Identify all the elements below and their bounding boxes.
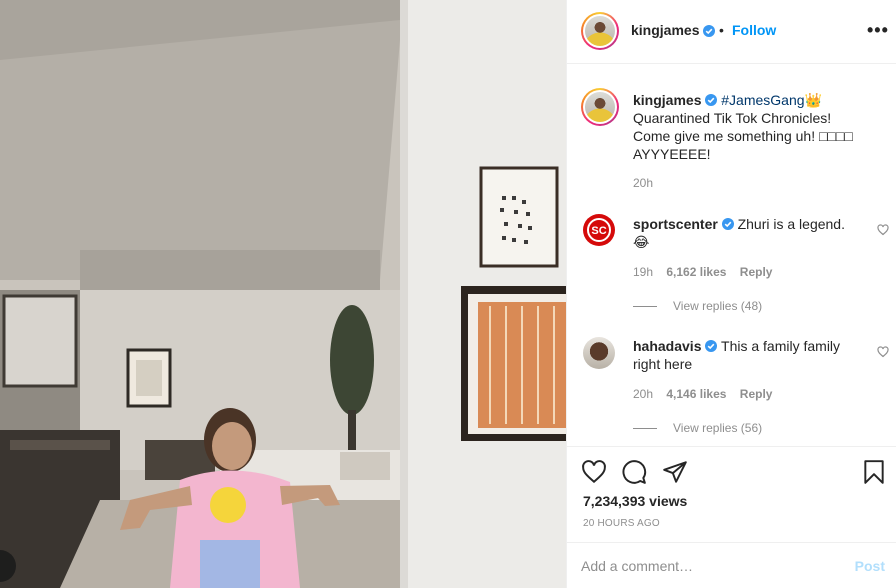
comment-1-reply-button[interactable]: Reply [740, 265, 773, 279]
comment-1-emoji: 😂 [633, 234, 650, 250]
avatar [585, 92, 615, 122]
post-actions: 7,234,393 views 20 HOURS AGO [567, 446, 896, 542]
svg-text:SC: SC [591, 225, 606, 237]
sportscenter-logo-icon: SC [587, 218, 611, 242]
view-replies-label[interactable]: View replies (48) [673, 299, 762, 313]
hashtag-link[interactable]: #JamesGang [721, 92, 804, 108]
verified-badge-icon [721, 218, 734, 230]
verified-badge-icon [705, 94, 718, 106]
comment-2-meta: 20h 4,146 likes Reply [633, 387, 772, 401]
comment-2-username[interactable]: hahadavis [633, 338, 701, 354]
comment-2-likes[interactable]: 4,146 likes [666, 387, 726, 401]
post-time-ago: 20 HOURS AGO [583, 518, 660, 529]
divider [633, 306, 657, 308]
comment-1-likes[interactable]: 6,162 likes [666, 265, 726, 279]
comment-2-text: This a family family [721, 338, 841, 354]
header-separator: • [719, 22, 724, 38]
like-heart-icon[interactable] [581, 459, 607, 485]
comment-1-meta: 19h 6,162 likes Reply [633, 265, 772, 279]
comment-2-reply-button[interactable]: Reply [740, 387, 773, 401]
verified-badge-icon [703, 25, 715, 37]
crown-emoji: 👑 [804, 92, 822, 108]
author-username[interactable]: kingjames [631, 22, 699, 38]
like-comment-heart-icon[interactable] [877, 346, 889, 358]
post-comment-button[interactable]: Post [855, 558, 885, 574]
comment-bubble-icon[interactable] [621, 459, 647, 485]
comment-1-time[interactable]: 19h [633, 265, 653, 279]
avatar [585, 16, 615, 46]
comment-1-view-replies[interactable]: View replies (48) [633, 299, 762, 313]
comment-2-body: hahadavis This a family family right her… [633, 337, 873, 373]
post-details-panel: kingjames • Follow ••• kingjames #JamesG… [566, 0, 896, 588]
comment-1-body: sportscenter Zhuri is a legend. 😂 [633, 215, 873, 251]
caption-line-1: Quarantined Tik Tok Chronicles! [633, 110, 832, 126]
view-count[interactable]: 7,234,393 views [583, 493, 687, 509]
follow-button[interactable]: Follow [732, 22, 776, 38]
author-avatar-ring[interactable] [581, 12, 619, 50]
comment-2-view-replies[interactable]: View replies (56) [633, 421, 762, 435]
comment-2-time[interactable]: 20h [633, 387, 653, 401]
caption-avatar-ring[interactable] [581, 88, 619, 126]
comment-1-text: Zhuri is a legend. [737, 216, 845, 232]
add-comment-input[interactable] [581, 555, 841, 577]
comment-1-username[interactable]: sportscenter [633, 216, 718, 232]
caption-line-3: AYYYEEEE! [633, 146, 711, 162]
post-video[interactable] [0, 0, 566, 588]
caption-line-2: Come give me something uh! □□□□ [633, 128, 853, 144]
caption-timestamp[interactable]: 20h [633, 176, 653, 190]
sportscenter-avatar[interactable]: SC [583, 214, 615, 246]
share-paper-plane-icon[interactable] [662, 459, 688, 485]
more-options-icon[interactable]: ••• [867, 20, 889, 41]
video-frame [0, 0, 566, 588]
like-comment-heart-icon[interactable] [877, 224, 889, 236]
divider [633, 428, 657, 430]
post-header: kingjames • Follow ••• [567, 0, 896, 64]
comment-composer: Post [567, 542, 896, 588]
view-replies-label[interactable]: View replies (56) [673, 421, 762, 435]
save-bookmark-icon[interactable] [861, 459, 887, 485]
caption: kingjames #JamesGang👑 Quarantined Tik To… [633, 91, 883, 163]
comment-2-text-line-2: right here [633, 356, 693, 372]
verified-badge-icon [705, 340, 718, 352]
hahadavis-avatar[interactable] [583, 337, 615, 369]
caption-username[interactable]: kingjames [633, 92, 701, 108]
